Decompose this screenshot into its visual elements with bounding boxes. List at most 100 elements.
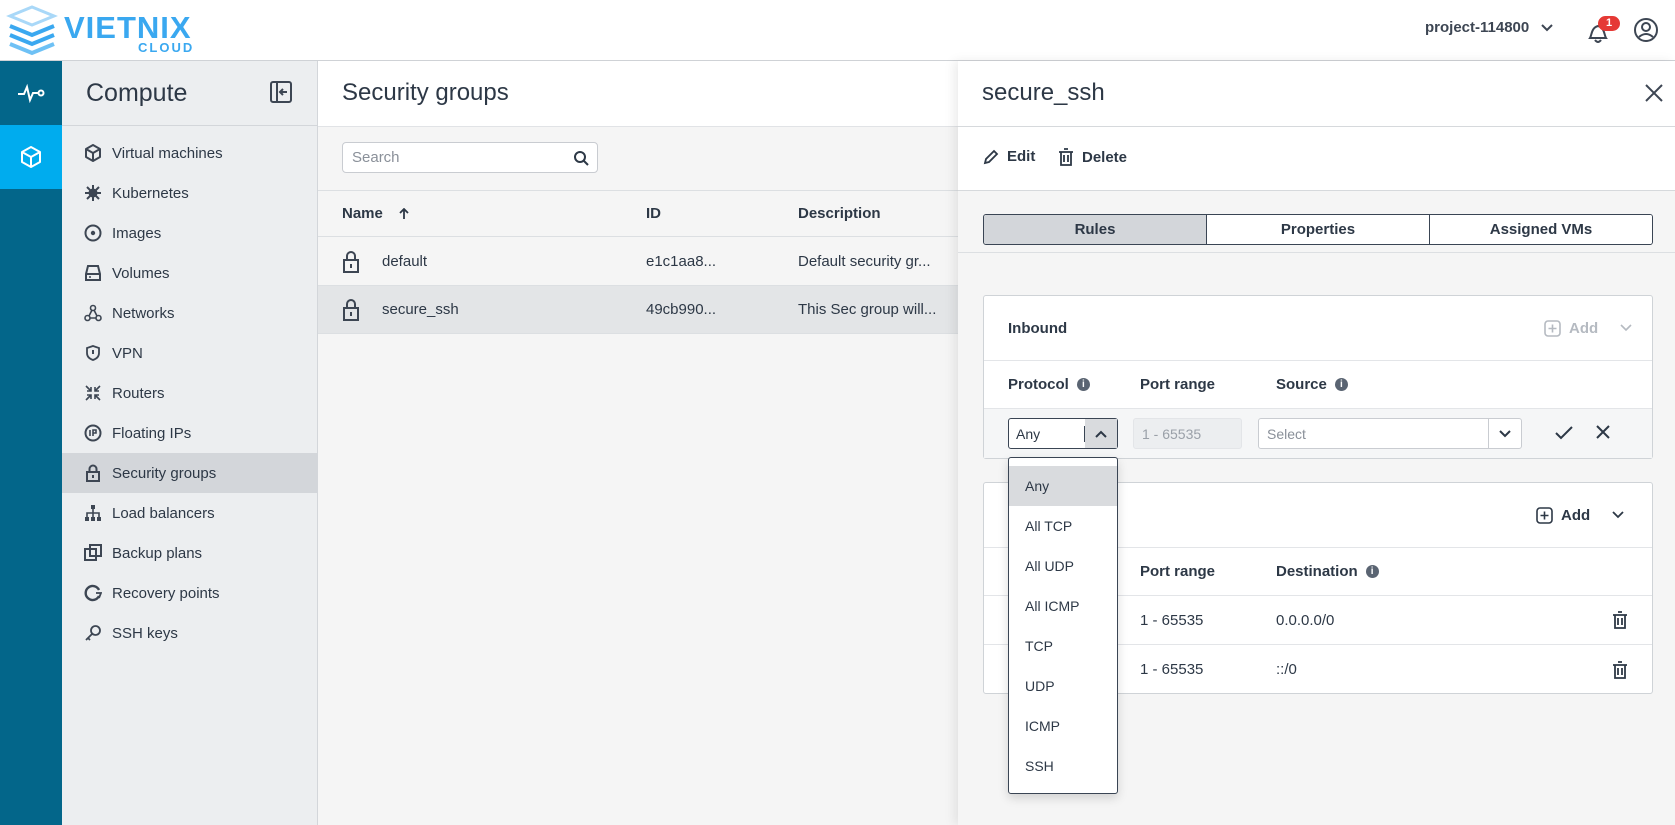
chevron-down-icon[interactable] bbox=[1612, 511, 1624, 519]
close-icon bbox=[1596, 425, 1610, 439]
confirm-rule-button[interactable] bbox=[1555, 425, 1573, 445]
rail-compute[interactable] bbox=[0, 125, 62, 189]
protocol-option[interactable]: All ICMP bbox=[1009, 586, 1117, 626]
collapse-sidebar-button[interactable] bbox=[270, 81, 292, 107]
pencil-icon bbox=[983, 149, 999, 164]
delete-rule-button[interactable] bbox=[1612, 596, 1628, 644]
user-menu-button[interactable] bbox=[1633, 17, 1659, 47]
cube-icon bbox=[85, 144, 101, 162]
sidebar-item-label: Floating IPs bbox=[112, 424, 192, 442]
sidebar-item-label: Load balancers bbox=[112, 504, 215, 522]
protocol-select[interactable]: Any bbox=[1008, 418, 1118, 449]
rule-port-range: 1 - 65535 bbox=[1140, 611, 1204, 629]
source-header: Source bbox=[1276, 376, 1327, 393]
rail-monitoring[interactable] bbox=[0, 61, 62, 125]
column-id[interactable]: ID bbox=[646, 191, 661, 236]
sidebar-item-floating-ips[interactable]: Floating IPs bbox=[62, 413, 317, 453]
vietnix-logo[interactable]: VIETNIX CLOUD bbox=[6, 4, 196, 56]
tab-properties[interactable]: Properties bbox=[1207, 215, 1430, 244]
protocol-option[interactable]: ICMP bbox=[1009, 706, 1117, 746]
panel-tabs: Rules Properties Assigned VMs bbox=[983, 214, 1653, 245]
protocol-option[interactable]: TCP bbox=[1009, 626, 1117, 666]
recovery-icon bbox=[84, 584, 102, 602]
outbound-add-button[interactable]: Add bbox=[1536, 483, 1624, 547]
info-icon[interactable]: i bbox=[1076, 378, 1090, 391]
chevron-down-icon[interactable] bbox=[1620, 324, 1632, 332]
sidebar-item-images[interactable]: Images bbox=[62, 213, 317, 253]
source-select[interactable]: Select bbox=[1258, 418, 1522, 449]
protocol-option[interactable]: UDP bbox=[1009, 666, 1117, 706]
sidebar-item-label: Networks bbox=[112, 304, 175, 322]
sidebar-item-security-groups[interactable]: Security groups bbox=[62, 453, 317, 493]
key-icon bbox=[85, 625, 101, 641]
sidebar-item-vpn[interactable]: VPN bbox=[62, 333, 317, 373]
router-icon bbox=[85, 385, 101, 401]
copy-icon bbox=[84, 544, 102, 561]
protocol-option[interactable]: SSH bbox=[1009, 746, 1117, 786]
sidebar-item-label: Kubernetes bbox=[112, 184, 189, 202]
protocol-header: Protocol bbox=[1008, 376, 1069, 393]
panel-title: secure_ssh bbox=[982, 79, 1105, 106]
sidebar-item-load-balancers[interactable]: Load balancers bbox=[62, 493, 317, 533]
delete-rule-button[interactable] bbox=[1612, 645, 1628, 694]
shield-icon bbox=[86, 345, 100, 361]
sort-arrow-up-icon[interactable] bbox=[399, 207, 409, 220]
chevron-down-icon[interactable] bbox=[1499, 429, 1511, 438]
sidebar: Compute Virtual machines Kubernetes Images… bbox=[62, 61, 318, 825]
port-range-header: Port range bbox=[1140, 563, 1216, 580]
edit-button[interactable]: Edit bbox=[983, 148, 1035, 165]
page-title: Security groups bbox=[342, 79, 509, 106]
column-name[interactable]: Name bbox=[342, 191, 409, 236]
sidebar-item-ssh-keys[interactable]: SSH keys bbox=[62, 613, 317, 653]
trash-icon bbox=[1613, 611, 1627, 629]
sidebar-item-networks[interactable]: Networks bbox=[62, 293, 317, 333]
rule-destination: ::/0 bbox=[1276, 661, 1297, 678]
sidebar-item-virtual-machines[interactable]: Virtual machines bbox=[62, 133, 317, 173]
inbound-add-button[interactable]: Add bbox=[1544, 296, 1632, 360]
row-name[interactable]: secure_ssh bbox=[382, 286, 459, 333]
sidebar-item-label: SSH keys bbox=[112, 624, 178, 642]
row-id: e1c1aa8... bbox=[646, 253, 717, 270]
notifications-button[interactable]: 1 bbox=[1586, 16, 1620, 44]
info-icon[interactable]: i bbox=[1334, 378, 1348, 391]
sidebar-item-routers[interactable]: Routers bbox=[62, 373, 317, 413]
protocol-value[interactable]: Any bbox=[1009, 425, 1085, 442]
search-input[interactable]: Search bbox=[342, 142, 598, 173]
tab-rules[interactable]: Rules bbox=[984, 215, 1207, 244]
sidebar-item-backup-plans[interactable]: Backup plans bbox=[62, 533, 317, 573]
project-selector[interactable]: project-114800 bbox=[1425, 19, 1553, 36]
search-icon[interactable] bbox=[573, 150, 589, 166]
close-panel-button[interactable] bbox=[1644, 83, 1664, 107]
sidebar-item-kubernetes[interactable]: Kubernetes bbox=[62, 173, 317, 213]
ip-icon bbox=[84, 424, 102, 442]
row-name[interactable]: default bbox=[382, 238, 427, 285]
lock-icon bbox=[343, 298, 359, 321]
plus-square-icon bbox=[1544, 319, 1561, 337]
sidebar-item-recovery-points[interactable]: Recovery points bbox=[62, 573, 317, 613]
info-icon[interactable]: i bbox=[1365, 565, 1379, 578]
search-placeholder: Search bbox=[352, 149, 400, 166]
check-icon bbox=[1555, 426, 1573, 440]
protocol-option[interactable]: Any bbox=[1009, 466, 1117, 506]
sidebar-item-volumes[interactable]: Volumes bbox=[62, 253, 317, 293]
protocol-option[interactable]: All TCP bbox=[1009, 506, 1117, 546]
sidebar-item-label: Recovery points bbox=[112, 584, 220, 602]
tab-assigned-vms[interactable]: Assigned VMs bbox=[1430, 215, 1652, 244]
top-header: VIETNIX CLOUD project-114800 1 bbox=[0, 0, 1675, 61]
chevron-up-icon[interactable] bbox=[1095, 430, 1107, 438]
sidebar-item-label: Security groups bbox=[112, 464, 217, 482]
inbound-edit-row: Any 1 - 65535 Select bbox=[984, 409, 1652, 458]
port-range-input[interactable]: 1 - 65535 bbox=[1133, 418, 1242, 449]
security-groups-list: Security groups Search Name ID Descripti… bbox=[318, 61, 958, 825]
lock-icon bbox=[86, 464, 100, 482]
activity-icon bbox=[18, 83, 45, 103]
delete-button[interactable]: Delete bbox=[1058, 148, 1127, 166]
table-row[interactable]: default e1c1aa8... Default security gr..… bbox=[318, 238, 958, 286]
table-row[interactable]: secure_ssh 49cb990... This Sec group wil… bbox=[318, 286, 958, 334]
column-description[interactable]: Description bbox=[798, 191, 881, 236]
inbound-rules-card: Inbound Add Protocol i Port range Source i… bbox=[983, 295, 1653, 459]
protocol-option[interactable]: All UDP bbox=[1009, 546, 1117, 586]
inbound-title: Inbound bbox=[1008, 319, 1068, 337]
chevron-down-icon bbox=[1541, 23, 1553, 31]
cancel-rule-button[interactable] bbox=[1596, 425, 1610, 443]
